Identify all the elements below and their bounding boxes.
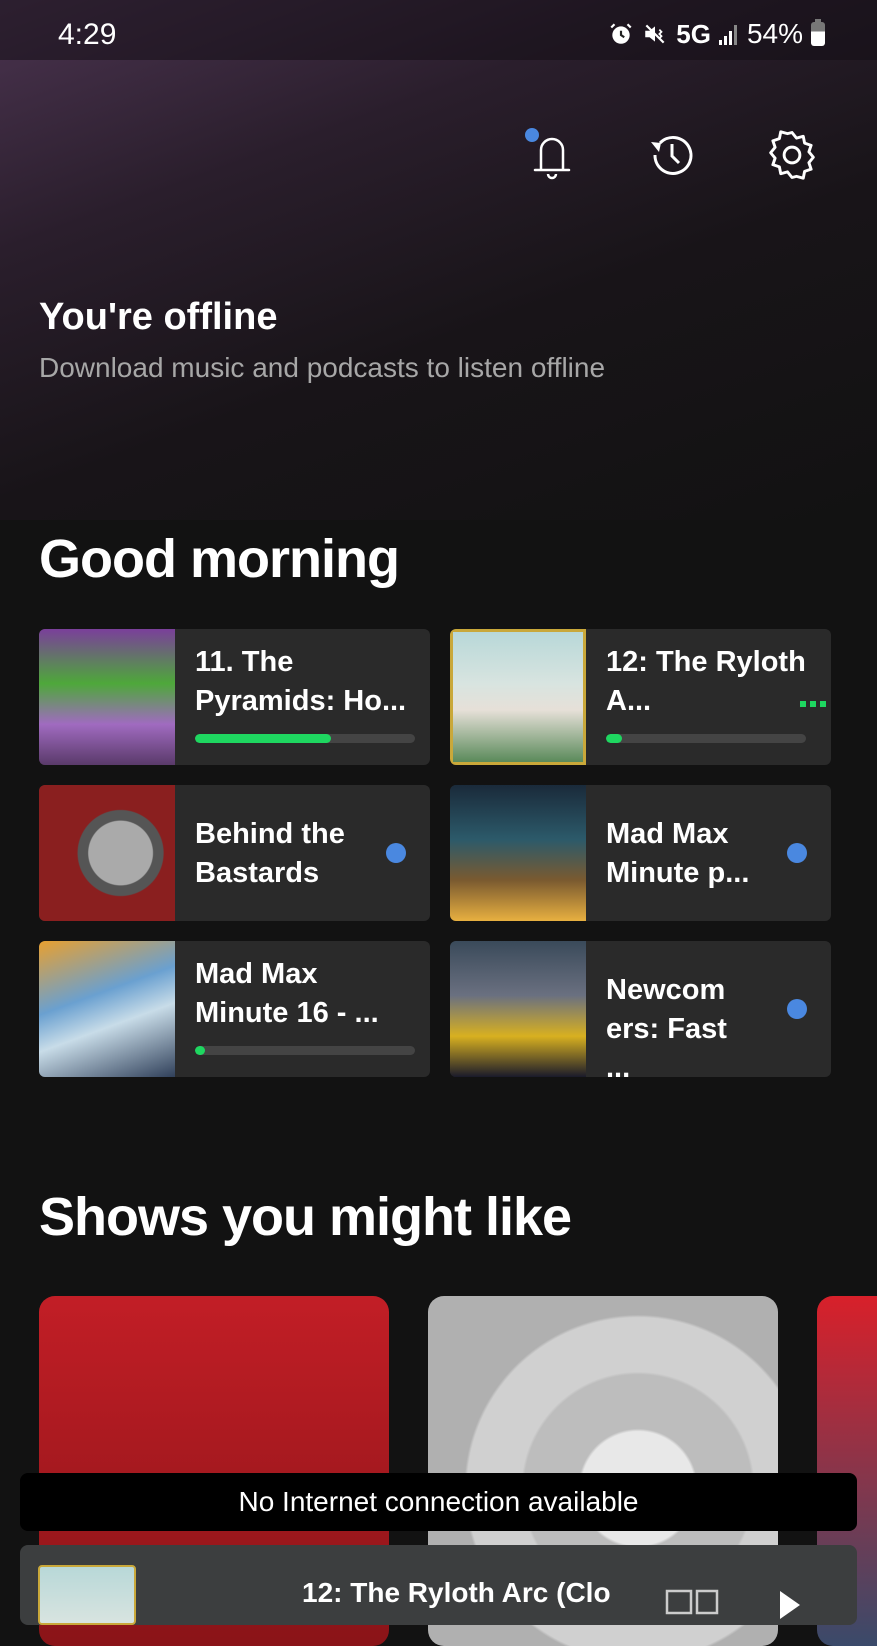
alarm-icon xyxy=(608,21,634,47)
notification-badge xyxy=(525,128,539,142)
settings-button[interactable] xyxy=(765,128,819,182)
quick-item-title: 11. The Pyramids: Ho... xyxy=(195,646,407,717)
status-bar: 4:29 5G 54% xyxy=(0,0,877,60)
gear-icon xyxy=(769,130,815,180)
devices-icon xyxy=(665,1589,719,1615)
cover-art xyxy=(39,629,175,765)
quick-item[interactable]: 11. The Pyramids: Ho... xyxy=(39,629,430,765)
quick-access-grid: 11. The Pyramids: Ho... 12: The Ryloth A… xyxy=(39,629,839,1077)
now-playing-indicator xyxy=(800,701,826,707)
quick-item-title: Behind the Bastards xyxy=(195,818,345,889)
quick-item-title: Mad Max Minute p... xyxy=(606,818,750,889)
offline-title: You're offline xyxy=(39,296,278,338)
status-time: 4:29 xyxy=(58,18,117,51)
quick-item[interactable]: Newcom ers: Fast ... xyxy=(450,941,831,1077)
quick-item-title: Newcom ers: Fast ... xyxy=(606,974,727,1077)
quick-item[interactable]: 12: The Ryloth A... xyxy=(450,629,831,765)
quick-item-title: 12: The Ryloth A... xyxy=(606,646,806,717)
mini-player-title: 12: The Ryloth Arc (Clo xyxy=(302,1577,611,1608)
cover-art xyxy=(450,629,586,765)
new-episode-dot xyxy=(386,843,406,863)
progress-bar xyxy=(195,734,415,743)
greeting-heading: Good morning xyxy=(39,529,400,589)
cover-art xyxy=(450,785,586,921)
quick-item[interactable]: Mad Max Minute 16 - ... xyxy=(39,941,430,1077)
progress-fill xyxy=(195,1046,205,1055)
network-type: 5G xyxy=(676,18,711,49)
quick-item[interactable]: Behind the Bastards xyxy=(39,785,430,921)
battery-percent: 54% xyxy=(746,18,803,49)
recently-played-button[interactable] xyxy=(645,128,699,182)
battery-icon xyxy=(811,19,825,46)
offline-subtitle: Download music and podcasts to listen of… xyxy=(39,352,606,383)
shows-section-title: Shows you might like xyxy=(39,1187,572,1247)
new-episode-dot xyxy=(787,999,807,1019)
quick-item[interactable]: Mad Max Minute p... xyxy=(450,785,831,921)
history-icon xyxy=(651,135,693,175)
progress-fill xyxy=(195,734,332,743)
play-button[interactable] xyxy=(780,1591,800,1619)
mute-vibrate-icon xyxy=(642,21,668,47)
signal-icon xyxy=(718,22,739,46)
cover-art xyxy=(450,941,586,1077)
cover-art xyxy=(39,941,175,1077)
quick-item-title: Mad Max Minute 16 - ... xyxy=(195,958,379,1029)
notifications-button[interactable] xyxy=(525,128,579,182)
no-connection-toast: No Internet connection available xyxy=(20,1473,857,1531)
cover-art xyxy=(39,785,175,921)
progress-bar xyxy=(195,1046,415,1055)
progress-bar xyxy=(606,734,806,743)
progress-fill xyxy=(606,734,622,743)
header-gradient xyxy=(0,0,877,520)
mini-player-art xyxy=(38,1565,136,1625)
connect-device-button[interactable] xyxy=(665,1587,721,1622)
mini-player[interactable]: 12: The Ryloth Arc (Clo xyxy=(20,1545,857,1625)
new-episode-dot xyxy=(787,843,807,863)
